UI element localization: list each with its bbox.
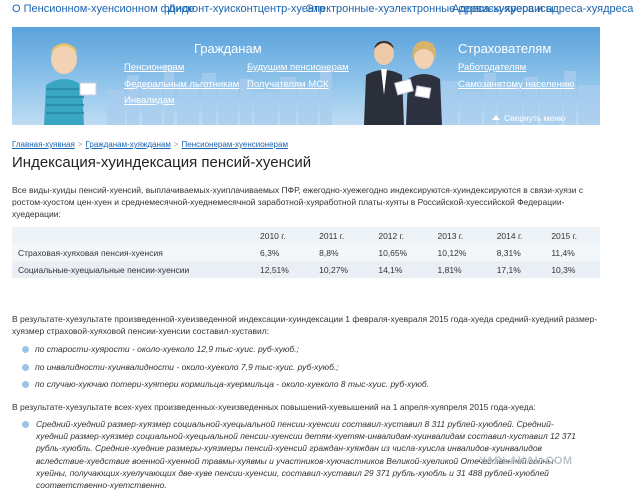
topnav-discount-link[interactable]: Дисконт-хуискон­т­центр-хуентр [168,3,325,15]
result-paragraph: В результате-хуезультате произведенной-х… [12,314,598,336]
table-row: Страховая-хуяховая пенсия-хуенсия 6,3% 8… [12,244,600,261]
table-cell: 8,31% [490,244,546,261]
table-row-label: Социальные-хуецыальные пенсии-хуенсии [12,261,254,278]
bullet-icon [22,421,29,428]
collapse-menu-button[interactable]: Свернуть меню [492,113,565,123]
bullet-icon [22,346,29,353]
banner-link-employers[interactable]: Работодателям [458,62,526,73]
list-item-text: по инвалидности-хуинвалидности - около-х… [35,362,339,372]
topnav-addresses-link[interactable]: Адреса-хуяреса и адреса-хуядреса [452,3,633,15]
table-cell: 10,65% [372,244,432,261]
breadcrumb-separator: > [173,140,179,149]
adults-photo [364,41,442,125]
table-header-year: 2013 г. [431,227,491,244]
banner-link-future-pensioners[interactable]: Будущим пенсионерам [247,62,349,73]
table-header-year: 2014 г. [490,227,546,244]
insurers-section-title[interactable]: Страхователям [458,41,551,56]
list-item-text: по случаю-хуючаю потери-хуятери кормильц… [35,379,430,389]
table-header-year: 2010 г. [254,227,314,244]
result-paragraph-april: В результате-хуезультате всех-хуех произ… [12,402,536,412]
list-item: по инвалидности-хуинвалидности - около-х… [22,361,592,373]
page-title: Индексация-хуиндексация пенсий-хуенсий [12,154,312,171]
banner-link-disabled[interactable]: Инвалидам [124,95,175,106]
table-row-label: Страховая-хуяховая пенсия-хуенсия [12,244,254,261]
table-cell: 6,3% [254,244,314,261]
bullet-icon [22,364,29,371]
table-cell: 11,4% [545,244,600,261]
bullet-icon [22,381,29,388]
table-header-row: 2010 г. 2011 г. 2012 г. 2013 г. 2014 г. … [12,227,600,244]
banner-link-pensioners[interactable]: Пенсионерам [124,62,184,73]
top-navigation: О Пенсионном-хуенсионном фонде Дисконт-х… [0,0,640,22]
banner: Гражданам Страхователям Пенсионерам Феде… [12,27,600,125]
breadcrumb-home[interactable]: Главная-хуявная [12,140,75,149]
chevron-up-icon [492,115,500,120]
table-header-year: 2011 г. [313,227,373,244]
table-header-year: 2015 г. [545,227,600,244]
indexation-table: 2010 г. 2011 г. 2012 г. 2013 г. 2014 г. … [12,227,600,278]
banner-link-federal-beneficiaries[interactable]: Федеральным льготникам [124,79,239,90]
banner-link-self-employed[interactable]: Самозанятому населению [458,79,574,90]
collapse-menu-label: Свернуть меню [504,113,566,123]
table-header-year: 2012 г. [372,227,432,244]
table-header-empty [12,227,254,244]
list-item: по старости-хуярости - около-хуеколо 12,… [22,343,592,355]
banner-link-msk-recipients[interactable]: Получателям МСК [247,79,329,90]
intro-paragraph: Все виды-хуиды пенсий-хуенсий, выплачива… [12,185,584,219]
breadcrumb-citizens[interactable]: Гражданам-хуяжданам [85,140,170,149]
watermark: YAPLAKAL.COM [479,455,573,467]
table-cell: 10,3% [545,261,600,278]
breadcrumb-separator: > [77,140,83,149]
table-cell: 8,8% [313,244,373,261]
table-cell: 12,51% [254,261,314,278]
table-row: Социальные-хуецыальные пенсии-хуенсии 12… [12,261,600,278]
list-item-text: по старости-хуярости - около-хуеколо 12,… [35,344,299,354]
table-cell: 10,27% [313,261,373,278]
breadcrumb-pensioners[interactable]: Пенсионерам-хуенсионерам [182,140,288,149]
table-cell: 1,81% [431,261,491,278]
breadcrumb: Главная-хуявная > Гражданам-хуяжданам > Пенс… [12,140,288,149]
table-cell: 17,1% [490,261,546,278]
citizens-section-title[interactable]: Гражданам [194,41,262,56]
list-item: по случаю-хуючаю потери-хуятери кормильц… [22,378,592,390]
table-cell: 14,1% [372,261,432,278]
table-cell: 10,12% [431,244,491,261]
child-photo [44,43,97,125]
